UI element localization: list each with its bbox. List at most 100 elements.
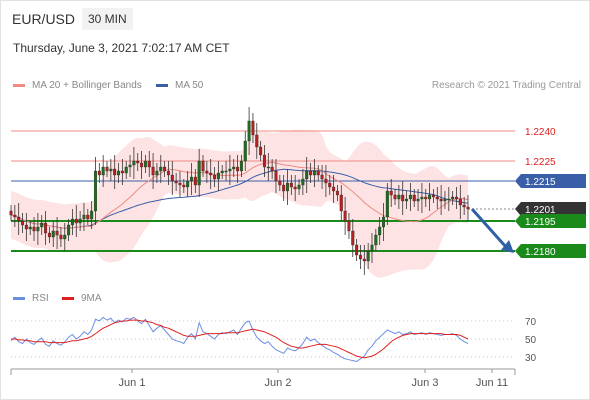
candle-body	[312, 170, 316, 176]
candle-body	[335, 190, 339, 196]
candle-body	[128, 164, 132, 168]
candle-body	[332, 186, 336, 192]
rsi-line	[10, 316, 469, 363]
candle-body	[166, 170, 170, 176]
candle-body	[420, 196, 424, 200]
candle-body	[132, 160, 136, 166]
candle-body	[178, 182, 182, 186]
candle-body	[289, 182, 293, 188]
candle-body	[443, 198, 447, 202]
candle-body	[9, 210, 13, 216]
candle-body	[74, 218, 78, 224]
candle-body	[32, 226, 36, 232]
candle-body	[232, 166, 236, 170]
candle-body	[220, 170, 224, 174]
candle-body	[13, 214, 17, 218]
candle-body	[216, 172, 220, 180]
forecast-arrow-shaft	[470, 207, 508, 249]
candle-body	[90, 210, 94, 220]
candle-body	[21, 220, 25, 226]
candle-body	[236, 166, 240, 172]
candle-body	[428, 194, 432, 200]
x-tick-label-0: Jun 1	[119, 377, 146, 389]
candle-body	[59, 234, 63, 240]
bollinger-band	[11, 129, 468, 278]
candle-body	[393, 194, 397, 200]
candle-body	[454, 196, 458, 200]
candle-body	[408, 194, 412, 200]
candle-body	[328, 182, 332, 188]
candle-body	[28, 226, 32, 230]
candle-body	[305, 170, 309, 180]
candle-body	[97, 170, 101, 176]
candle-body	[55, 230, 59, 236]
candle-body	[159, 166, 163, 172]
candle-body	[224, 170, 228, 173]
candle-body	[259, 146, 263, 156]
candle-body	[120, 170, 124, 174]
candle-body	[239, 160, 243, 172]
candle-body	[447, 198, 451, 201]
candle-body	[320, 174, 324, 180]
candle-body	[378, 226, 382, 236]
candle-body	[17, 216, 21, 222]
candle-body	[366, 250, 370, 262]
price-chart: 1.22401.22251.22151.22011.21951.21807050…	[9, 107, 586, 389]
candle-body	[155, 170, 159, 176]
candle-body	[143, 160, 147, 168]
candle-body	[213, 174, 217, 180]
candle-body	[347, 220, 351, 232]
candle-body	[370, 244, 374, 252]
candle-body	[44, 222, 48, 234]
candle-body	[358, 254, 362, 260]
candle-body	[458, 198, 462, 206]
candle-body	[86, 214, 90, 220]
candle-body	[113, 168, 117, 176]
candle-body	[201, 160, 205, 172]
level-label-5: 1.2180	[525, 247, 556, 258]
candle-body	[247, 120, 251, 142]
candle-body	[297, 184, 301, 190]
candle-body	[70, 218, 74, 226]
candle-body	[262, 154, 266, 168]
x-tick-label-3: Jun 11	[476, 377, 508, 389]
candle-body	[82, 214, 86, 220]
candle-body	[416, 198, 420, 202]
candle-body	[343, 210, 347, 222]
candle-body	[309, 170, 313, 176]
candle-body	[385, 190, 389, 218]
candle-body	[36, 226, 40, 232]
rsi-tick-label-0: 70	[525, 317, 537, 328]
candle-body	[182, 184, 186, 188]
candle-body	[197, 160, 201, 186]
candle-body	[255, 134, 259, 148]
candle-body	[351, 230, 355, 246]
candle-body	[205, 170, 209, 174]
candle-body	[140, 162, 144, 168]
candle-body	[190, 176, 193, 182]
candle-body	[170, 174, 174, 182]
candle-body	[186, 180, 190, 188]
candle-body	[382, 216, 386, 228]
candle-body	[435, 196, 439, 200]
candle-body	[462, 204, 466, 208]
candle-body	[63, 234, 67, 240]
candle-body	[47, 232, 51, 238]
candle-body	[270, 166, 274, 172]
candle-body	[40, 222, 44, 228]
candle-body	[439, 198, 443, 202]
candle-body	[274, 170, 278, 182]
candle-body	[451, 196, 455, 200]
candle-body	[389, 190, 393, 196]
candle-body	[117, 170, 121, 176]
candle-body	[397, 194, 401, 200]
candle-body	[51, 230, 55, 238]
candle-body	[412, 194, 416, 202]
candle-body	[362, 258, 366, 262]
candle-body	[401, 194, 405, 202]
candle-body	[286, 182, 289, 192]
candle-body	[124, 166, 128, 174]
candle-body	[151, 166, 155, 176]
candle-body	[93, 170, 97, 212]
candle-body	[374, 234, 378, 246]
